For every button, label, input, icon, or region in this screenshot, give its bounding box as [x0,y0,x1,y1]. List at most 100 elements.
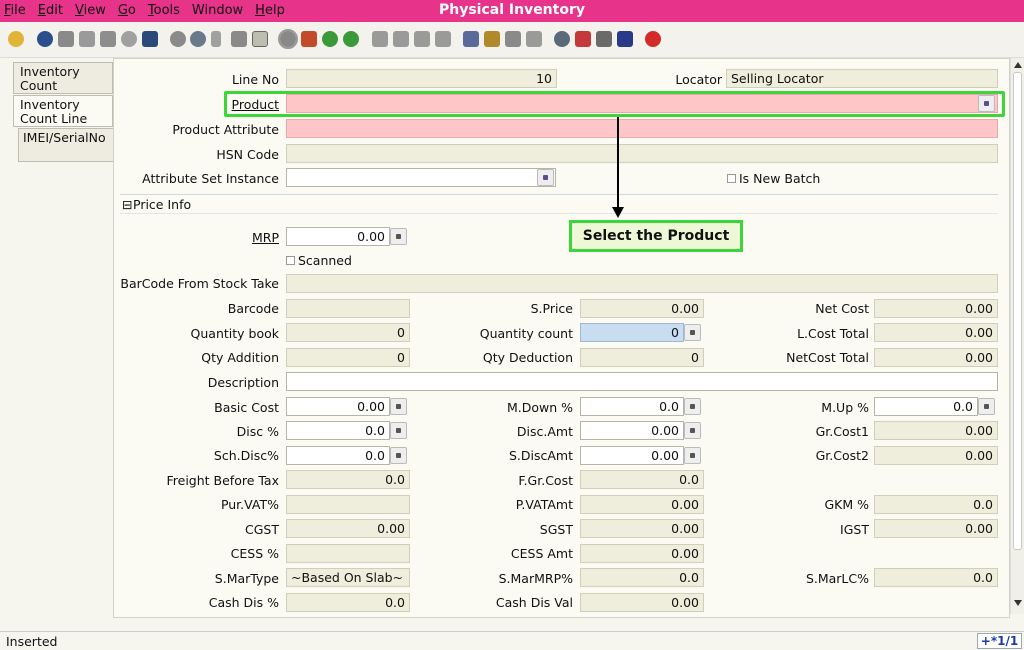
previous-icon[interactable] [393,31,409,47]
sgst-field[interactable]: 0.00 [580,519,704,538]
disc-pct-calculator-button[interactable] [390,422,407,439]
attribute-set-instance-field[interactable] [286,168,556,187]
price-info-section-header[interactable]: ⊟ Price Info [120,194,998,214]
m-up-calculator-button[interactable] [978,398,995,415]
s-marlc-field[interactable]: 0.0 [874,568,998,587]
last-icon[interactable] [435,31,451,47]
net-cost-field[interactable]: 0.00 [874,299,998,318]
mrp-calculator-button[interactable] [390,228,407,245]
scroll-down-icon[interactable] [1014,600,1022,606]
print-preview-icon[interactable] [526,31,542,47]
save-icon[interactable] [142,31,158,47]
archive-icon[interactable] [484,31,500,47]
scanned-checkbox[interactable] [286,256,295,265]
basic-cost-field[interactable]: 0.00 [286,397,390,416]
gr-cost1-field[interactable]: 0.00 [874,421,998,440]
gr-cost2-field[interactable]: 0.00 [874,446,998,465]
menu-file[interactable]: File [4,3,26,18]
menu-help[interactable]: Help [255,3,285,18]
quantity-count-field[interactable]: 0 [580,323,684,342]
qty-deduction-field[interactable]: 0 [580,348,704,367]
tab-inventory-count-line[interactable]: Inventory Count Line [13,95,113,127]
s-price-field[interactable]: 0.00 [580,299,704,318]
s-marmrp-field[interactable]: 0.0 [580,568,704,587]
hsn-code-field[interactable] [286,144,998,163]
pur-vat-field[interactable] [286,495,410,514]
menu-view[interactable]: View [75,3,106,18]
close-x-icon[interactable] [121,31,137,47]
s-discamt-field[interactable]: 0.00 [580,446,684,465]
workflow-icon[interactable] [575,31,591,47]
p-vatamt-field[interactable]: 0.00 [580,495,704,514]
chat-icon[interactable] [231,31,247,47]
history-icon[interactable] [278,29,298,49]
description-field[interactable] [286,372,998,391]
exit-icon[interactable] [645,31,661,47]
first-icon[interactable] [372,31,388,47]
next-icon[interactable] [414,31,430,47]
quantity-count-calculator-button[interactable] [684,324,701,341]
sch-disc-field[interactable]: 0.0 [286,446,390,465]
scrollbar-thumb[interactable] [1013,72,1022,550]
collapse-toggle-icon[interactable]: ⊟ [122,197,132,212]
menu-edit[interactable]: Edit [38,3,63,18]
qty-addition-field[interactable]: 0 [286,348,410,367]
barcode-field[interactable] [286,299,410,318]
menu-tools[interactable]: Tools [148,3,180,18]
cgst-field[interactable]: 0.00 [286,519,410,538]
netcost-total-field[interactable]: 0.00 [874,348,998,367]
m-down-field[interactable]: 0.0 [580,397,684,416]
cgst-label: CGST [245,522,279,537]
attachment-icon[interactable] [211,31,221,47]
multi-view-icon[interactable] [252,31,268,47]
record-navigator[interactable]: +*1/1 [977,633,1022,649]
igst-field[interactable]: 0.00 [874,519,998,538]
s-discamt-calculator-button[interactable] [684,447,701,464]
back-icon[interactable] [322,31,338,47]
product-attribute-field[interactable] [286,119,998,138]
process-icon[interactable] [596,31,612,47]
s-martype-select[interactable]: ~Based On Slab~ [286,568,410,587]
refresh-icon[interactable] [170,31,186,47]
help-icon[interactable] [37,31,53,47]
is-new-batch-checkbox[interactable] [727,174,736,183]
mrp-field[interactable]: 0.00 [286,227,390,246]
freight-before-tax-field[interactable]: 0.0 [286,470,410,489]
forward-icon[interactable] [343,31,359,47]
disc-amt-field[interactable]: 0.00 [580,421,684,440]
scroll-up-icon[interactable] [1014,62,1022,68]
vertical-scrollbar[interactable] [1010,58,1024,614]
cess-pct-field[interactable] [286,544,410,563]
sch-disc-calculator-button[interactable] [390,447,407,464]
f-gr-cost-field[interactable]: 0.0 [580,470,704,489]
m-down-calculator-button[interactable] [684,398,701,415]
menu-window[interactable]: Window [192,3,243,18]
barcode-from-stock-take-field[interactable] [286,274,998,293]
m-up-field[interactable]: 0.0 [874,397,978,416]
find-icon[interactable] [190,31,206,47]
attribute-set-lookup-button[interactable] [537,169,554,186]
basic-cost-calculator-button[interactable] [390,398,407,415]
undo-icon[interactable] [8,31,24,47]
product-info-icon[interactable] [617,31,633,47]
locator-field[interactable]: Selling Locator [726,69,998,88]
delete-icon[interactable] [100,31,116,47]
l-cost-total-field[interactable]: 0.00 [874,323,998,342]
quantity-book-field[interactable]: 0 [286,323,410,342]
cash-dis-val-field[interactable]: 0.00 [580,593,704,612]
disc-amt-calculator-button[interactable] [684,422,701,439]
copy-icon[interactable] [79,31,95,47]
menu-go[interactable]: Go [118,3,136,18]
report-icon[interactable] [463,31,479,47]
cess-amt-field[interactable]: 0.00 [580,544,704,563]
gkm-field[interactable]: 0.0 [874,495,998,514]
cash-dis-pct-field[interactable]: 0.0 [286,593,410,612]
line-no-field[interactable]: 10 [286,69,557,88]
home-icon[interactable] [301,31,317,47]
zoom-across-icon[interactable] [554,31,570,47]
new-icon[interactable] [58,31,74,47]
print-icon[interactable] [505,31,521,47]
disc-pct-field[interactable]: 0.0 [286,421,390,440]
tab-inventory-count[interactable]: Inventory Count [13,62,113,94]
tab-imei-serialno[interactable]: IMEI/SerialNo [18,128,118,162]
